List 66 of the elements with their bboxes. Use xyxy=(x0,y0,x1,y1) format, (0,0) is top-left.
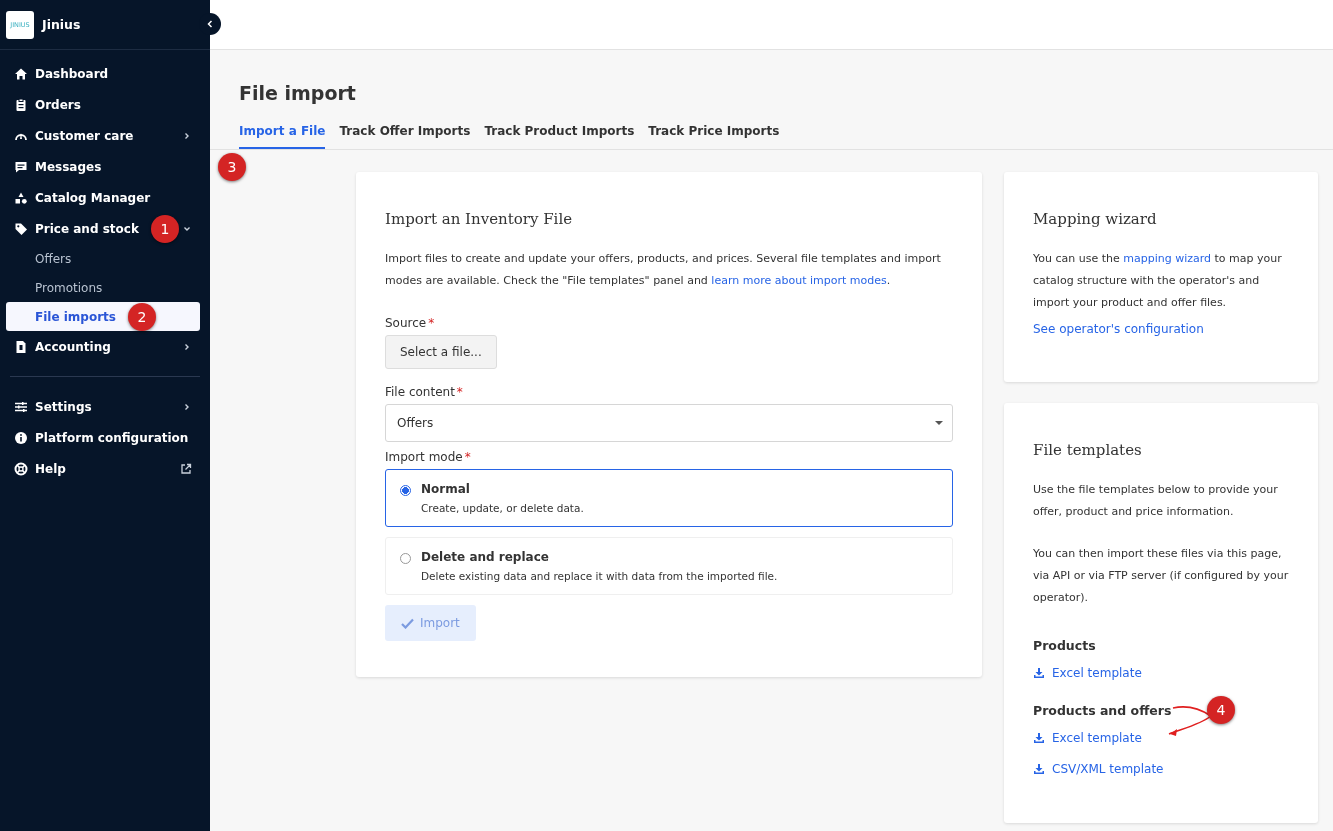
chevron-left-icon xyxy=(206,20,214,28)
download-icon xyxy=(1033,666,1045,679)
import-modes-link[interactable]: learn more about import modes xyxy=(711,274,887,287)
import-mode-option[interactable]: Normal Create, update, or delete data. xyxy=(385,469,953,527)
settings-icon xyxy=(14,399,28,414)
nav-item[interactable]: Price and stock 1 xyxy=(0,213,210,244)
download-link[interactable]: Excel template xyxy=(1033,657,1289,688)
catalog-icon xyxy=(14,190,28,205)
help-icon xyxy=(14,461,28,476)
tag-icon xyxy=(14,221,28,236)
orders-icon xyxy=(14,97,28,112)
tab[interactable]: Import a File xyxy=(239,124,326,149)
description-text: You can then import these files via this page, via API or via FTP server (if configured by your operator). xyxy=(1033,546,1289,606)
card-title: Import an Inventory File xyxy=(385,210,574,228)
callout-badge: 3 xyxy=(218,153,246,181)
messages-icon xyxy=(14,159,28,174)
option-description: Delete existing data and replace it with data from the imported file. xyxy=(421,570,778,582)
configuration-link[interactable]: See operator's configuration xyxy=(1033,322,1204,336)
page-title: File import xyxy=(239,82,357,104)
description-text: You can use the mapping wizard to map your catalog structure with the operator's and import your product and offer files. xyxy=(1033,251,1283,311)
card-title: Mapping wizard xyxy=(1033,210,1158,228)
brand-name: Jinius xyxy=(42,17,81,32)
mapping-wizard-link[interactable]: mapping wizard xyxy=(1123,252,1212,265)
nav-item[interactable]: Messages xyxy=(0,151,210,182)
nav-item[interactable]: Platform configuration xyxy=(0,422,210,453)
card-title: File templates xyxy=(1033,441,1143,459)
callout-badge: 2 xyxy=(128,302,156,331)
accounting-icon xyxy=(14,339,28,354)
select-file-button[interactable]: Select a file... xyxy=(385,335,497,369)
callout-badge: 1 xyxy=(150,214,179,243)
nav-item[interactable]: Settings xyxy=(0,391,210,422)
section-heading: Products xyxy=(1033,637,1096,653)
download-icon xyxy=(1033,731,1045,744)
nav-subitem[interactable]: Promotions xyxy=(6,273,200,302)
download-link[interactable]: CSV/XML template xyxy=(1033,753,1289,784)
nav-item[interactable]: Dashboard xyxy=(0,58,210,89)
nav-item[interactable]: Accounting xyxy=(0,331,210,362)
tab[interactable]: Track Product Imports xyxy=(484,124,635,149)
callout-badge: 4 xyxy=(1207,696,1235,724)
nav-item[interactable]: Customer care xyxy=(0,120,210,151)
option-description: Create, update, or delete data. xyxy=(421,502,584,514)
description-text: Use the file templates below to provide your offer, product and price information. xyxy=(1033,482,1279,520)
radio-button[interactable] xyxy=(400,485,411,496)
radio-button[interactable] xyxy=(400,553,411,564)
download-link[interactable]: Excel template xyxy=(1033,722,1289,753)
nav-subitem[interactable]: File imports 2 xyxy=(6,302,200,331)
import-mode-option[interactable]: Delete and replace Delete existing data and replace it with data from the imported file. xyxy=(385,537,953,595)
field-label: Import mode * xyxy=(385,450,472,464)
section-heading: Products and offers xyxy=(1033,702,1172,718)
field-label: Source * xyxy=(385,316,436,330)
tab[interactable]: Track Offer Imports xyxy=(339,124,471,149)
option-title: Delete and replace xyxy=(421,550,550,564)
nav-item[interactable]: Orders xyxy=(0,89,210,120)
checkmark-icon xyxy=(401,617,414,629)
tab[interactable]: Track Price Imports xyxy=(648,124,780,149)
field-label: File content * xyxy=(385,385,464,399)
nav-item[interactable]: Catalog Manager xyxy=(0,182,210,213)
nav-subitem[interactable]: Offers xyxy=(6,244,200,273)
download-icon xyxy=(1033,762,1045,775)
home-icon xyxy=(14,66,28,81)
info-icon xyxy=(14,430,28,445)
file-content-dropdown[interactable]: Offers xyxy=(385,404,953,442)
caret-icon xyxy=(934,420,944,426)
description-text: Import files to create and update your offers, products, and prices. Several file templates and import modes are available. Check the "File templates" panel and learn more about import modes. xyxy=(385,251,942,289)
option-title: Normal xyxy=(421,482,471,496)
nav-item[interactable]: Help xyxy=(0,453,210,484)
